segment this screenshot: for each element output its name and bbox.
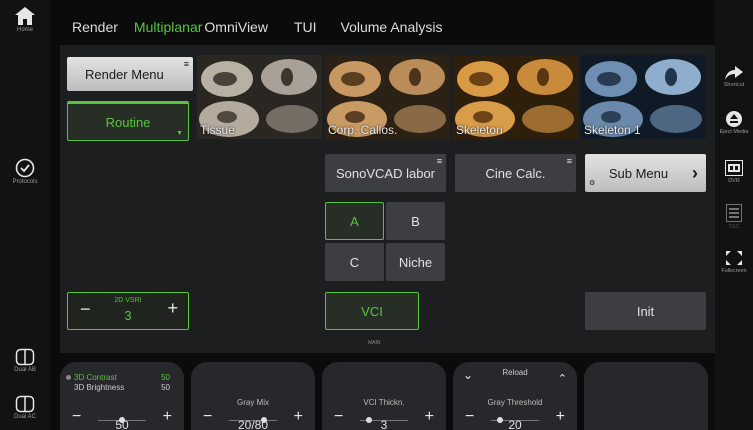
preset-thumbnail-skeleton-1[interactable]: Skeleton 1: [581, 55, 706, 139]
tab-multiplanar[interactable]: Multiplanar: [134, 19, 202, 41]
tgc-label: TGC: [728, 224, 740, 230]
dual-ac-label: Dual AC: [13, 414, 36, 420]
sub-menu-button[interactable]: ⚙ Sub Menu ›: [585, 154, 706, 192]
main-page-label: MAIN: [368, 340, 381, 346]
render-menu-button[interactable]: Render Menu ≡: [67, 57, 193, 91]
sonovcad-menu-button[interactable]: SonoVCAD labor ≡: [325, 154, 446, 192]
home-icon: [15, 7, 35, 25]
chevron-right-icon: ›: [692, 162, 698, 183]
contrast-label: 3D Contrast: [74, 373, 117, 382]
plane-b-button[interactable]: B: [386, 202, 445, 240]
main-panel: Render Menu ≡ Routine ▼ Tissue Corp. Cal…: [60, 45, 717, 353]
gray-threshold-value: 20: [508, 418, 522, 430]
dual-ab-button[interactable]: Dual AB: [0, 348, 50, 373]
checkmark-circle-icon: [15, 158, 35, 178]
brightness-value: 50: [161, 383, 170, 392]
vci-label: VCI: [361, 303, 383, 319]
sonovcad-label: SonoVCAD labor: [336, 165, 435, 181]
expand-icon: [726, 251, 742, 265]
preset-thumbnail-tissue[interactable]: Tissue: [197, 55, 322, 139]
eject-label: Eject Media: [719, 129, 749, 135]
knob-bar: 3D Contrast 50 3D Brightness 50 − + 50 G…: [60, 358, 717, 430]
right-rail: Shortcut Eject Media DVR TGC Fullscreen: [715, 0, 753, 430]
tab-bar: Render Multiplanar OmniView TUI Volume A…: [72, 19, 458, 41]
thumbnail-label: Skeleton 1: [584, 123, 641, 137]
tab-render[interactable]: Render: [72, 19, 118, 41]
sub-menu-label: Sub Menu: [608, 165, 669, 181]
left-rail: Home Protocols Dual AB Dual AC: [0, 0, 50, 430]
chevron-down-icon: ▼: [176, 130, 183, 137]
home-label: Home: [16, 27, 33, 33]
tgc-button[interactable]: TGC: [715, 204, 753, 230]
gear-icon: ⚙: [589, 180, 596, 187]
gray-threshold-label: Gray Threshold: [487, 398, 543, 407]
cine-calc-button[interactable]: Cine Calc. ≡: [455, 154, 576, 192]
cine-calc-label: Cine Calc.: [485, 165, 546, 181]
gray-threshold-knob[interactable]: ⌄ Reload ⌃ Gray Threshold − + 20: [453, 362, 577, 430]
tab-tui[interactable]: TUI: [294, 19, 317, 41]
menu-icon: ≡: [183, 59, 189, 69]
chevron-up-icon[interactable]: ⌃: [558, 372, 567, 385]
vci-thickness-value: 3: [380, 418, 388, 430]
thumbnail-label: Skeleton: [456, 123, 503, 137]
protocols-button[interactable]: Protocols: [0, 158, 50, 185]
knob-value: 50: [115, 418, 129, 430]
contrast-value: 50: [161, 373, 170, 382]
menu-icon: ≡: [436, 156, 442, 166]
indicator-dot: [66, 375, 71, 380]
preset-thumbnail-skeleton[interactable]: Skeleton: [453, 55, 578, 139]
routine-dropdown[interactable]: Routine ▼: [67, 101, 189, 141]
plane-b-label: B: [411, 213, 420, 229]
brightness-label: 3D Brightness: [74, 383, 125, 392]
dual-view-icon: [15, 395, 35, 413]
preset-thumbnail-corp-callos[interactable]: Corp. Callos.: [325, 55, 450, 139]
dvr-button[interactable]: DVR: [715, 160, 753, 184]
plus-button[interactable]: +: [167, 298, 178, 319]
gray-mix-label: Gray Mix: [237, 398, 269, 407]
vci-button[interactable]: VCI: [325, 292, 419, 330]
tab-omniview[interactable]: OmniView: [204, 19, 268, 41]
plane-a-label: A: [350, 213, 359, 229]
gray-mix-knob[interactable]: Gray Mix − + 20/80: [191, 362, 315, 430]
vci-thickness-label: VCI Thickn.: [363, 398, 405, 407]
menu-icon: ≡: [566, 156, 572, 166]
eject-media-button[interactable]: Eject Media: [715, 111, 753, 135]
plane-a-button[interactable]: A: [325, 202, 384, 240]
plane-niche-button[interactable]: Niche: [386, 243, 445, 281]
shortcut-label: Shortcut: [723, 82, 745, 88]
shortcut-button[interactable]: Shortcut: [715, 66, 753, 88]
plane-c-label: C: [349, 254, 360, 270]
fullscreen-label: Fullscreen: [721, 268, 747, 274]
render-menu-label: Render Menu: [85, 66, 164, 82]
vsri-stepper[interactable]: − 2D VSRI 3 +: [67, 292, 189, 330]
thumbnail-label: Tissue: [200, 123, 235, 137]
thumbnail-label: Corp. Callos.: [328, 123, 398, 137]
vci-thickness-knob[interactable]: VCI Thickn. − + 3: [322, 362, 446, 430]
plane-c-button[interactable]: C: [325, 243, 384, 281]
share-arrow-icon: [725, 66, 743, 80]
init-button[interactable]: Init: [585, 292, 706, 330]
plane-niche-label: Niche: [398, 254, 433, 270]
routine-label: Routine: [105, 114, 151, 130]
eject-icon: [726, 111, 742, 127]
fullscreen-button[interactable]: Fullscreen: [715, 250, 753, 274]
tab-volume-analysis[interactable]: Volume Analysis: [341, 19, 443, 41]
gray-mix-value: 20/80: [237, 418, 269, 430]
protocols-label: Protocols: [12, 179, 38, 185]
init-label: Init: [636, 303, 655, 319]
home-button[interactable]: Home: [0, 6, 50, 33]
contrast-knob[interactable]: 3D Contrast 50 3D Brightness 50 − + 50: [60, 362, 184, 430]
film-icon: [725, 160, 743, 176]
dual-ab-label: Dual AB: [14, 367, 36, 373]
sliders-icon: [726, 204, 742, 222]
dvr-label: DVR: [728, 178, 740, 184]
dual-view-icon: [15, 348, 35, 366]
dual-ac-button[interactable]: Dual AC: [0, 395, 50, 420]
empty-knob[interactable]: [584, 362, 708, 430]
